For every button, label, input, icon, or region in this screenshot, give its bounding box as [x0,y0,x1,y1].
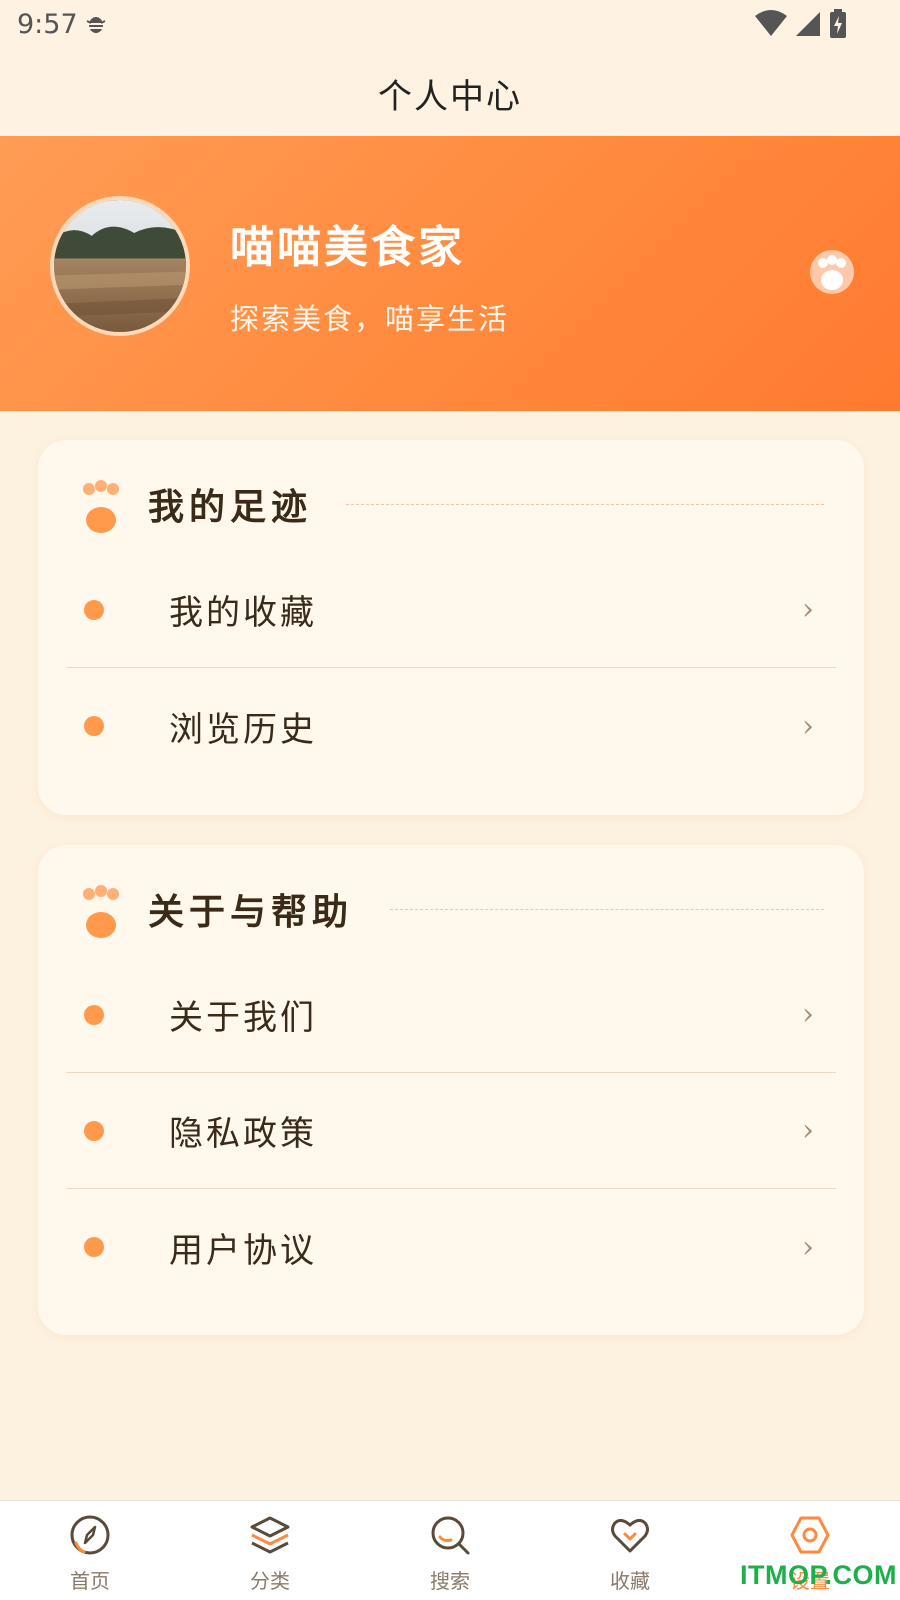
menu-item-label: 我的收藏 [169,593,317,633]
menu-item-favorites[interactable]: 我的收藏 › [66,552,836,668]
profile-name: 喵喵美食家 [230,222,465,273]
paw-icon [810,250,854,294]
menu-item-label: 隐私政策 [169,1114,317,1154]
nav-tab-search[interactable]: 搜索 [360,1501,540,1600]
chevron-right-icon: › [802,592,814,627]
chevron-right-icon: › [802,1113,814,1148]
nav-tab-favorites[interactable]: 收藏 [540,1501,720,1600]
battery-icon [830,9,846,38]
section-card-about: 关于与帮助 关于我们 › 隐私政策 › 用户协议 › [38,845,864,1335]
status-bar: 9:57 [0,0,900,50]
menu-item-label: 关于我们 [169,998,317,1038]
wifi-icon [755,10,787,36]
layers-icon [250,1516,290,1554]
bullet-dot [84,716,104,736]
menu-item-label: 浏览历史 [169,709,317,750]
menu-list: 我的收藏 › 浏览历史 › [66,552,836,784]
nav-tab-category[interactable]: 分类 [180,1501,360,1600]
profile-banner: 喵喵美食家 探索美食，喵享生活 [0,136,900,411]
divider [346,504,824,505]
status-icons [754,8,848,40]
nav-label: 首页 [70,1569,110,1593]
menu-item-label: 用户协议 [169,1230,317,1271]
bullet-dot [84,1120,104,1141]
section-header: 我的足迹 [38,440,864,570]
section-card-footprints: 我的足迹 我的收藏 › 浏览历史 › [38,440,864,815]
menu-item-about-us[interactable]: 关于我们 › [66,957,836,1073]
paw-icon [83,480,119,533]
nav-tab-home[interactable]: 首页 [0,1501,180,1600]
search-icon [431,1516,470,1555]
nav-label: 分类 [250,1569,290,1593]
section-header: 关于与帮助 [38,845,864,975]
watermark: ITMOP.COM [740,1560,898,1590]
status-time: 9:57 [17,9,78,40]
debug-bug-icon [86,17,106,33]
nav-label: 收藏 [610,1569,650,1593]
heart-icon [611,1518,649,1553]
app-header: 个人中心 [0,50,900,136]
nav-label: 搜索 [430,1569,470,1593]
bullet-dot [84,1237,104,1257]
chevron-right-icon: › [802,1229,814,1265]
section-title: 我的足迹 [148,487,313,528]
avatar-image [54,200,186,332]
avatar[interactable] [50,196,190,336]
divider [390,909,824,910]
compass-icon [70,1515,110,1555]
chevron-right-icon: › [802,708,814,744]
menu-item-privacy[interactable]: 隐私政策 › [66,1073,836,1189]
bullet-dot [84,599,104,620]
signal-icon [796,12,820,36]
page-title: 个人中心 [378,76,522,117]
paw-icon [83,885,119,938]
bullet-dot [84,1004,104,1025]
settings-hexagon-icon [790,1516,830,1554]
menu-list: 关于我们 › 隐私政策 › 用户协议 › [66,957,836,1305]
menu-item-history[interactable]: 浏览历史 › [66,668,836,784]
chevron-right-icon: › [802,997,814,1032]
profile-slogan: 探索美食，喵享生活 [230,302,510,336]
menu-item-user-agreement[interactable]: 用户协议 › [66,1189,836,1305]
section-title: 关于与帮助 [148,892,354,933]
